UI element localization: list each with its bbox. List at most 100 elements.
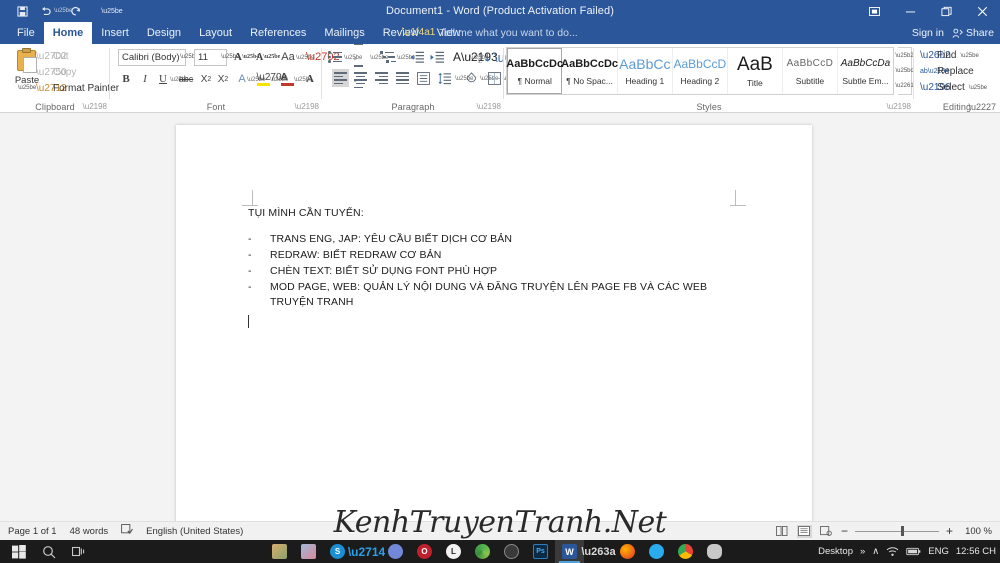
- tab-references[interactable]: References: [241, 22, 315, 44]
- zoom-out-button[interactable]: −: [841, 524, 848, 538]
- zoom-slider[interactable]: [854, 525, 939, 537]
- styles-more-icon[interactable]: \u2261: [895, 83, 913, 89]
- cut-button[interactable]: \u2702 Cut: [36, 49, 69, 64]
- tab-file[interactable]: File: [8, 22, 44, 44]
- styles-gallery-scroll[interactable]: \u25b2 \u25bc \u2261: [895, 47, 914, 95]
- underline-icon[interactable]: U: [155, 70, 171, 88]
- font-dialog-launcher[interactable]: \u2198: [295, 102, 319, 111]
- borders-icon[interactable]: [488, 69, 501, 87]
- taskbar-app-photos[interactable]: [265, 540, 294, 563]
- tab-design[interactable]: Design: [138, 22, 190, 44]
- style-heading-2[interactable]: AaBbCcD Heading 2: [673, 48, 728, 94]
- web-layout-button[interactable]: [819, 525, 834, 538]
- paragraph-dialog-launcher[interactable]: \u2198: [477, 102, 501, 111]
- search-icon[interactable]: [34, 540, 64, 563]
- align-left-icon[interactable]: [332, 69, 349, 87]
- superscript-icon[interactable]: X2: [215, 70, 231, 88]
- font-color-icon[interactable]: A: [279, 68, 295, 86]
- taskbar-app-discord[interactable]: [381, 540, 410, 563]
- tab-mailings[interactable]: Mailings: [315, 22, 373, 44]
- tray-chevron-icon[interactable]: ∧: [872, 546, 879, 557]
- wifi-icon[interactable]: [886, 546, 899, 557]
- numbering-icon[interactable]: 123: [354, 35, 363, 89]
- language-indicator[interactable]: English (United States): [146, 526, 243, 537]
- multilevel-list-icon[interactable]: [380, 48, 396, 66]
- line-spacing-icon[interactable]: [438, 69, 452, 87]
- taskbar-app-opera[interactable]: O: [410, 540, 439, 563]
- taskbar-app-people[interactable]: \u263a: [581, 540, 615, 563]
- italic-icon[interactable]: I: [137, 70, 153, 88]
- align-right-icon[interactable]: [375, 69, 388, 87]
- task-view-icon[interactable]: [64, 540, 94, 563]
- tray-overflow-icon[interactable]: »: [860, 546, 865, 557]
- styles-dialog-launcher[interactable]: \u2198: [887, 102, 911, 111]
- taskbar-app-firefox[interactable]: [613, 540, 642, 563]
- font-name-input[interactable]: Calibri (Body): [118, 49, 186, 66]
- style-title[interactable]: AaB Title: [728, 48, 783, 94]
- taskbar-app-chrome[interactable]: [671, 540, 700, 563]
- line-numbers-icon[interactable]: [417, 69, 430, 87]
- document-page[interactable]: TỤI MÌNH CẦN TUYỂN: - TRANS ENG, JAP: YÊ…: [176, 125, 812, 521]
- style-subtle-emphasis[interactable]: AaBbCcDa Subtle Em...: [838, 48, 893, 94]
- find-caret[interactable]: \u25be: [960, 53, 978, 59]
- battery-icon[interactable]: [906, 547, 921, 556]
- select-caret[interactable]: \u25be: [969, 85, 987, 91]
- style-normal[interactable]: AaBbCcDc ¶ Normal: [506, 48, 563, 94]
- taskbar-app-steam[interactable]: [497, 540, 526, 563]
- style-heading-1[interactable]: AaBbCc Heading 1: [618, 48, 673, 94]
- zoom-slider-thumb[interactable]: [900, 526, 904, 536]
- justify-icon[interactable]: [396, 69, 409, 87]
- format-painter-button[interactable]: \u2712 Format Painter: [36, 81, 119, 96]
- collapse-ribbon-icon[interactable]: \u2227: [968, 102, 996, 112]
- word-count[interactable]: 48 words: [70, 526, 109, 537]
- styles-scroll-down-icon[interactable]: \u25bc: [896, 68, 914, 74]
- sort-az-icon[interactable]: AZ: [478, 48, 491, 66]
- taskbar-app-chrome-canary[interactable]: [468, 540, 497, 563]
- document-text[interactable]: TỤI MÌNH CẦN TUYỂN: - TRANS ENG, JAP: YÊ…: [248, 207, 748, 311]
- style-subtitle[interactable]: AaBbCcD Subtitle: [783, 48, 838, 94]
- taskbar-app-line[interactable]: L: [439, 540, 468, 563]
- character-shading-icon[interactable]: A: [302, 70, 318, 88]
- page-indicator[interactable]: Page 1 of 1: [8, 526, 57, 537]
- print-layout-button[interactable]: [796, 524, 812, 538]
- document-canvas[interactable]: TỤI MÌNH CẦN TUYỂN: - TRANS ENG, JAP: YÊ…: [0, 113, 1000, 521]
- windows-start-icon[interactable]: [4, 540, 34, 563]
- taskbar-app-gallery[interactable]: [294, 540, 323, 563]
- shrink-font-icon[interactable]: A \u25be: [256, 48, 280, 66]
- tell-me-search[interactable]: \u1f4a1 Tell me what you want to do...: [402, 22, 578, 44]
- bold-icon[interactable]: B: [118, 70, 134, 88]
- read-mode-button[interactable]: [775, 525, 790, 538]
- spelling-check-icon[interactable]: [121, 524, 134, 538]
- tray-language[interactable]: ENG: [928, 546, 949, 557]
- close-button[interactable]: [964, 0, 1000, 22]
- style-no-spacing[interactable]: AaBbCcDc ¶ No Spac...: [561, 48, 618, 94]
- sign-in-link[interactable]: Sign in: [912, 27, 944, 39]
- paste-dropdown-caret[interactable]: \u25be: [18, 85, 36, 91]
- taskbar-app-photoshop[interactable]: Ps: [526, 540, 555, 563]
- subscript-icon[interactable]: X2: [198, 70, 214, 88]
- clipboard-dialog-launcher[interactable]: \u2198: [83, 102, 107, 111]
- copy-button[interactable]: \u2750 Copy: [36, 65, 76, 80]
- zoom-level[interactable]: 100 %: [960, 526, 992, 537]
- tray-desktop-label[interactable]: Desktop: [818, 546, 853, 557]
- tray-clock[interactable]: 12:56 CH: [956, 546, 996, 557]
- taskbar-app-telegram[interactable]: [642, 540, 671, 563]
- strikethrough-icon[interactable]: abc: [178, 70, 194, 88]
- taskbar-app-paint[interactable]: [700, 540, 729, 563]
- decrease-indent-icon[interactable]: [410, 48, 425, 66]
- share-button[interactable]: Share: [952, 27, 994, 39]
- center-icon[interactable]: [354, 69, 367, 87]
- taskbar-app-word[interactable]: W: [555, 540, 584, 563]
- increase-indent-icon[interactable]: [430, 48, 445, 66]
- styles-scroll-up-icon[interactable]: \u25b2: [895, 53, 913, 59]
- bullets-icon[interactable]: [328, 48, 342, 66]
- change-case-icon[interactable]: Aa: [280, 48, 296, 66]
- taskbar-app-tick[interactable]: \u2714: [348, 540, 385, 563]
- minimize-button[interactable]: [892, 0, 928, 22]
- restore-button[interactable]: [928, 0, 964, 22]
- text-highlight-icon[interactable]: \u270e: [255, 68, 287, 86]
- replace-button[interactable]: ab\u2194 Replace: [920, 64, 974, 79]
- zoom-in-button[interactable]: +: [946, 524, 953, 538]
- shading-icon[interactable]: [465, 69, 478, 87]
- select-button[interactable]: \u2196 Select \u25be: [920, 80, 987, 95]
